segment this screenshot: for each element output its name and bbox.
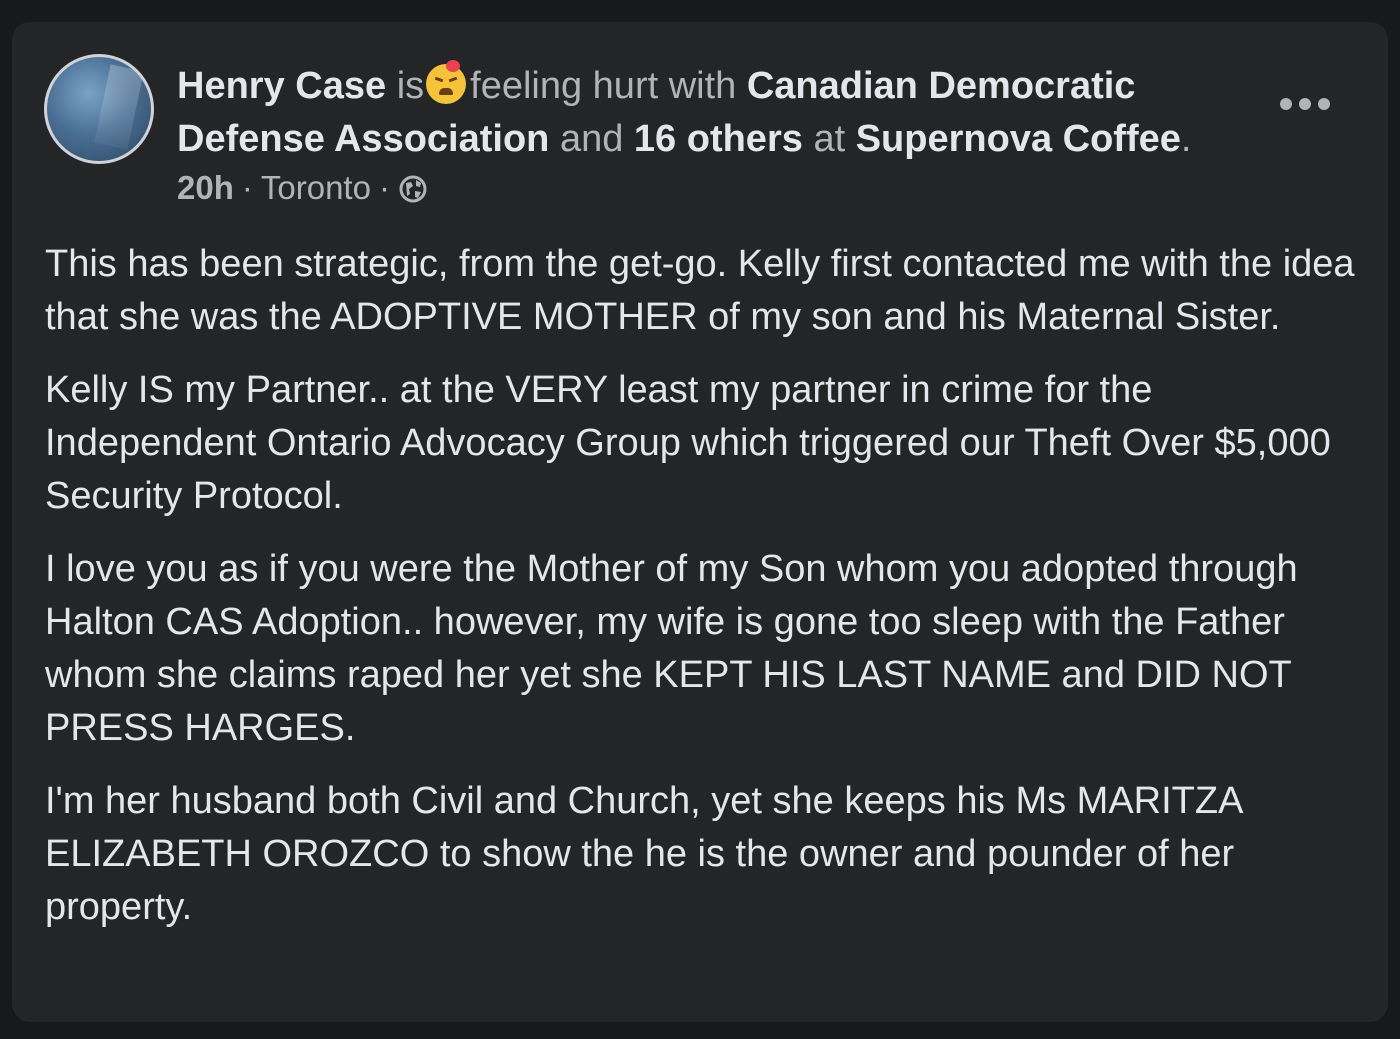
- more-options-icon[interactable]: [1280, 92, 1330, 116]
- and-text: and: [559, 118, 624, 160]
- avatar-photo: [94, 64, 144, 150]
- hurt-face-emoji-icon: [426, 60, 467, 104]
- post-time-link[interactable]: 20h: [177, 168, 234, 208]
- others-link[interactable]: 16 others: [634, 118, 803, 160]
- globe-icon[interactable]: [398, 173, 428, 203]
- post-body: This has been strategic, from the get-go…: [45, 238, 1365, 954]
- place-link[interactable]: Supernova Coffee: [856, 118, 1181, 160]
- feeling-text: feeling hurt with: [470, 65, 737, 107]
- post-paragraph: This has been strategic, from the get-go…: [45, 243, 1355, 338]
- is-text: is: [396, 65, 425, 107]
- meta-separator: ·: [378, 169, 390, 206]
- post-paragraph: I love you as if you were the Mother of …: [45, 548, 1298, 749]
- post-header: Henry Case is feeling hurt with Canadian …: [177, 60, 1257, 166]
- location-text: Toronto: [260, 169, 371, 206]
- post-card: Henry Case is feeling hurt with Canadian …: [12, 22, 1388, 1022]
- meta-separator: ·: [241, 169, 253, 206]
- post-paragraph: I'm her husband both Civil and Church, y…: [45, 780, 1242, 928]
- post-paragraph: Kelly IS my Partner.. at the VERY least …: [45, 369, 1331, 517]
- author-avatar[interactable]: [44, 54, 154, 164]
- post-meta: 20h · Toronto ·: [177, 168, 428, 208]
- author-name-link[interactable]: Henry Case: [177, 65, 386, 107]
- header-period: .: [1180, 118, 1192, 160]
- at-text: at: [813, 118, 846, 160]
